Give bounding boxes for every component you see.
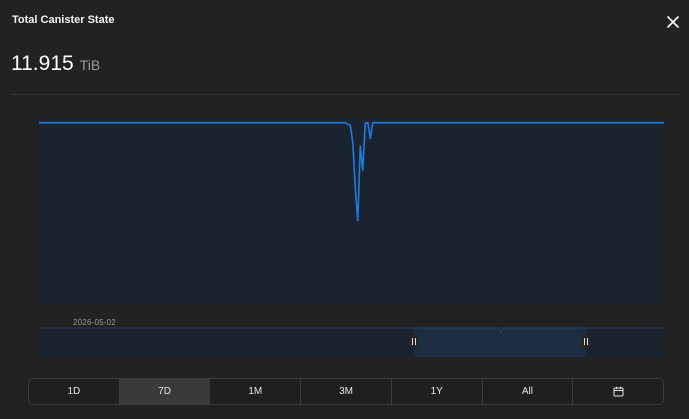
chart-svg bbox=[39, 118, 664, 304]
chart-modal: Total Canister State 11.915 TiB 2026-05-… bbox=[0, 0, 689, 419]
navigator-start-date: 2026-05-02 bbox=[73, 318, 116, 327]
range-button-1y[interactable]: 1Y bbox=[392, 379, 483, 404]
navigator-series-line bbox=[39, 327, 664, 335]
summary-unit: TiB bbox=[79, 57, 101, 73]
range-button-7d[interactable]: 7D bbox=[119, 379, 211, 404]
modal-title: Total Canister State bbox=[12, 14, 115, 26]
area-fill bbox=[39, 122, 664, 304]
range-button-1m[interactable]: 1M bbox=[210, 379, 302, 404]
navigator-right-handle[interactable] bbox=[582, 334, 590, 349]
calendar-icon bbox=[613, 386, 624, 397]
close-icon bbox=[667, 16, 679, 28]
navigator-left-handle[interactable] bbox=[410, 334, 418, 349]
divider bbox=[11, 94, 679, 95]
range-selector: 1D 7D 1M 3M 1Y All bbox=[28, 378, 664, 405]
summary-value: 11.915 bbox=[11, 52, 74, 75]
navigator-series-svg bbox=[39, 327, 664, 335]
date-picker-button[interactable] bbox=[573, 379, 663, 404]
range-button-all[interactable]: All bbox=[483, 379, 574, 404]
close-button[interactable] bbox=[664, 13, 682, 31]
range-button-1d[interactable]: 1D bbox=[29, 379, 120, 404]
range-navigator[interactable] bbox=[39, 327, 664, 357]
summary-value-row: 11.915 TiB bbox=[11, 52, 100, 76]
range-button-3m[interactable]: 3M bbox=[301, 379, 392, 404]
main-chart[interactable] bbox=[39, 118, 664, 304]
